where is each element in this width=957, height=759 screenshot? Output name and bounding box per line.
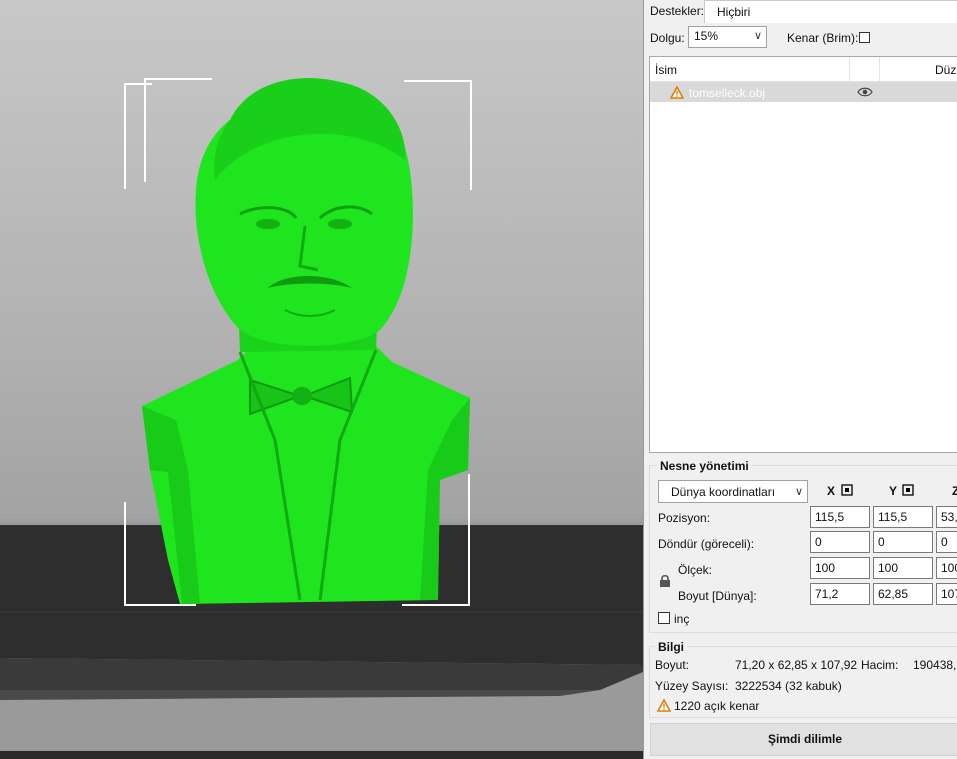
brim-label: Kenar (Brim): — [787, 31, 859, 45]
lock-icon[interactable] — [659, 574, 671, 588]
infill-select[interactable]: 15% ∨ — [688, 26, 767, 48]
object-list-header: İsim Düz — [650, 57, 957, 82]
settings-panel: Destekler: Hiçbiri Dolgu: 15% ∨ Kenar (B… — [643, 0, 957, 759]
rotate-z-field[interactable]: 0 — [936, 531, 957, 553]
object-list[interactable]: İsim Düz tomselleck.obj — [649, 56, 957, 453]
open-edges-warning: 1220 açık kenar — [674, 699, 760, 713]
axis-y-label: Y — [889, 484, 898, 498]
supports-value: Hiçbiri — [717, 5, 751, 19]
status-bar — [0, 751, 643, 759]
rotate-label: Döndür (göreceli): — [658, 537, 755, 551]
scale-x-field[interactable]: 100 — [810, 557, 870, 579]
drop-to-bed-y-icon[interactable] — [902, 484, 914, 496]
warning-icon — [657, 699, 671, 712]
eye-icon[interactable] — [857, 87, 873, 97]
selection-corner-tl-inner — [144, 78, 212, 182]
selection-corner-br — [402, 474, 470, 606]
infill-label: Dolgu: — [650, 31, 685, 45]
list-item[interactable]: tomselleck.obj — [650, 82, 957, 102]
size-x-field[interactable]: 71,2 — [810, 583, 870, 605]
info-size-value: 71,20 x 62,85 x 107,92 — [735, 658, 858, 672]
info-facets-label: Yüzey Sayısı: — [655, 679, 729, 693]
inch-label: inç — [674, 612, 690, 626]
position-y-field[interactable]: 115,5 — [873, 506, 933, 528]
slice-now-button[interactable]: Şimdi dilimle — [650, 723, 957, 756]
size-label: Boyut [Dünya]: — [678, 589, 757, 603]
selection-corner-tr — [404, 80, 472, 190]
rotate-y-field[interactable]: 0 — [873, 531, 933, 553]
axis-z-label: Z — [952, 484, 957, 498]
coordinate-system-value: Dünya koordinatları — [671, 485, 776, 499]
chevron-down-icon: ∨ — [753, 30, 762, 42]
coordinate-system-select[interactable]: Dünya koordinatları ∨ — [658, 480, 808, 503]
axis-x-label: X — [827, 484, 836, 498]
scale-z-field[interactable]: 100 — [936, 557, 957, 579]
info-volume-label: Hacim: — [861, 658, 899, 672]
position-x-field[interactable]: 115,5 — [810, 506, 870, 528]
supports-label: Destekler: — [650, 4, 705, 18]
3d-viewport[interactable] — [0, 0, 643, 759]
scale-y-field[interactable]: 100 — [873, 557, 933, 579]
position-label: Pozisyon: — [658, 511, 711, 525]
scale-label: Ölçek: — [678, 563, 713, 577]
rotate-x-field[interactable]: 0 — [810, 531, 870, 553]
size-z-field[interactable]: 107, — [936, 583, 957, 605]
manipulation-title: Nesne yönetimi — [657, 459, 752, 473]
chevron-down-icon: ∨ — [794, 486, 803, 498]
inch-checkbox[interactable] — [658, 612, 670, 624]
supports-select[interactable]: Hiçbiri — [704, 0, 957, 23]
brim-checkbox[interactable] — [859, 32, 870, 43]
info-facets-value: 3222534 (32 kabuk) — [735, 679, 842, 693]
drop-to-bed-x-icon[interactable] — [841, 484, 853, 496]
info-size-label: Boyut: — [655, 658, 690, 672]
warning-icon — [670, 86, 684, 99]
size-y-field[interactable]: 62,85 — [873, 583, 933, 605]
column-name[interactable]: İsim — [655, 63, 677, 77]
info-title: Bilgi — [655, 640, 687, 654]
position-z-field[interactable]: 53,9 — [936, 506, 957, 528]
infill-value: 15% — [694, 29, 719, 43]
column-edit[interactable]: Düz — [935, 63, 956, 77]
info-volume-value: 190438,7 — [913, 658, 957, 672]
object-name: tomselleck.obj — [689, 86, 766, 100]
selection-corner-bl — [124, 502, 196, 606]
bust-model[interactable] — [0, 0, 643, 759]
